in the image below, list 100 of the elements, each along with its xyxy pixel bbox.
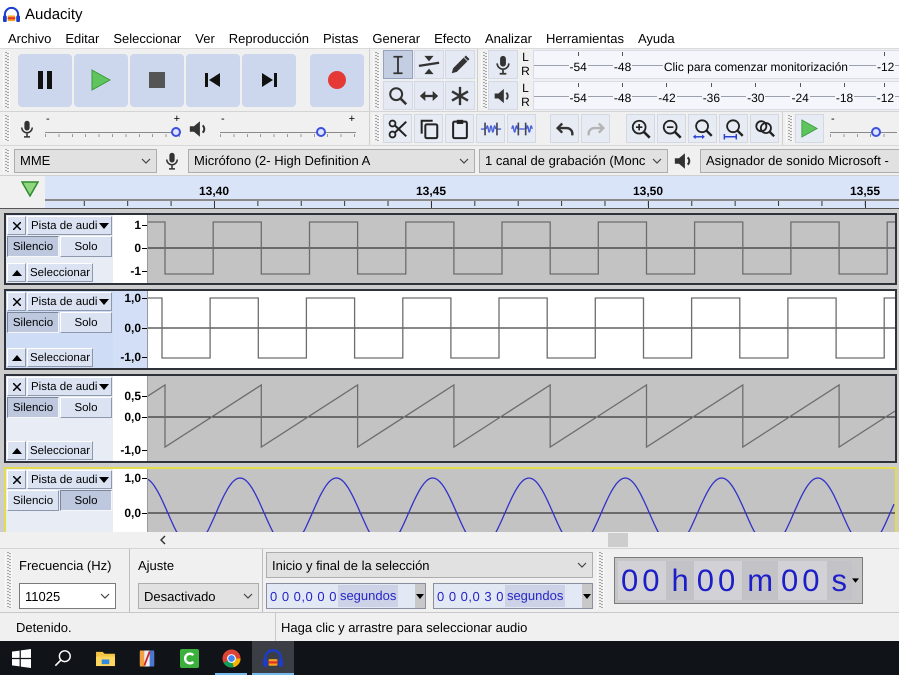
tool-button[interactable] (383, 81, 413, 110)
select-track-button[interactable]: Seleccionar (27, 441, 93, 460)
stop-button[interactable] (130, 54, 184, 106)
zoom-in-icon (630, 118, 652, 140)
menu-item[interactable]: Reproducción (222, 30, 316, 46)
record-meter-button[interactable] (488, 50, 518, 79)
skip-to-start-button[interactable] (186, 54, 240, 106)
slider-thumb[interactable] (171, 127, 181, 137)
mute-button[interactable]: Silencio (7, 397, 59, 418)
mute-button[interactable]: Silencio (7, 490, 59, 511)
chevron-down-icon (141, 158, 151, 164)
fit-selection-button[interactable] (688, 114, 717, 143)
double-magnifier-icon (754, 118, 776, 140)
trim-button[interactable] (476, 114, 505, 143)
play-at-speed-button[interactable] (795, 114, 824, 143)
tool-button[interactable] (445, 81, 475, 110)
mute-button[interactable]: Silencio (7, 236, 59, 257)
toolbar-grip[interactable] (597, 552, 604, 609)
toolbar-grip[interactable] (3, 52, 10, 108)
menu-item[interactable]: Analizar (478, 30, 539, 46)
slider-max-label: + (348, 114, 355, 126)
cut-button[interactable] (383, 114, 412, 143)
tool-button[interactable] (383, 50, 413, 79)
paste-button[interactable] (445, 114, 474, 143)
tool-button[interactable] (414, 50, 444, 79)
selection-end-field[interactable]: 0 0 0,0 3 0 segundos (433, 583, 593, 609)
pause-icon (37, 71, 53, 89)
playback-meter-button[interactable] (488, 81, 518, 110)
playback-level-meter[interactable]: -54 -48 -42 -36 -30 -24 -18 -12 (533, 81, 899, 110)
input-device-dropdown[interactable]: Micrófono (2- High Definition A (188, 148, 475, 172)
ruler-label: 0,0 (124, 410, 147, 424)
selection-start-field[interactable]: 0 0 0,0 0 0 segundos (266, 583, 426, 609)
caret-down-icon (99, 384, 109, 390)
pencil-icon (449, 54, 471, 76)
undo-button[interactable] (550, 114, 579, 143)
menu-item[interactable]: Seleccionar (106, 30, 188, 46)
meter-scale-label: -18 (834, 91, 854, 105)
record-level-meter[interactable]: -54 -48 Clic para comenzar monitorización -12 (533, 50, 899, 79)
collapse-button[interactable] (7, 263, 26, 282)
menu-item[interactable]: Herramientas (538, 30, 631, 46)
audio-host-dropdown[interactable]: MME (14, 148, 157, 172)
output-device-dropdown[interactable]: Asignador de sonido Microsoft - (700, 148, 899, 172)
silence-button[interactable] (507, 114, 536, 143)
tool-button[interactable] (414, 81, 444, 110)
slider-thumb[interactable] (871, 127, 882, 137)
menu-item[interactable]: Generar (365, 30, 428, 46)
toolbar-grip[interactable] (3, 149, 10, 172)
triangle-marker-icon[interactable] (21, 181, 39, 197)
mute-button[interactable]: Silencio (7, 312, 59, 333)
zoom-toggle-button[interactable] (750, 114, 779, 143)
menu-item[interactable]: Pistas (316, 30, 366, 46)
menu-item[interactable]: Editar (58, 30, 106, 46)
pause-button[interactable] (18, 54, 72, 106)
slider-min-label: - (46, 114, 50, 126)
toolbar-grip[interactable] (3, 115, 10, 142)
record-button[interactable] (310, 54, 364, 106)
meter-scale-label: -12 (876, 91, 896, 105)
app-icon (139, 648, 155, 668)
track-name-dropdown[interactable]: Pista de audi (27, 470, 112, 489)
channel-label: R (521, 96, 530, 110)
slider-thumb[interactable] (316, 127, 326, 137)
select-track-button[interactable]: Seleccionar (27, 263, 93, 282)
waveform-area[interactable] (148, 376, 895, 461)
channel-label: L (522, 82, 529, 95)
zoom-out-button[interactable] (657, 114, 686, 143)
snap-dropdown[interactable]: Desactivado (138, 583, 259, 609)
toolbar-grip[interactable] (5, 552, 12, 609)
zoom-in-button[interactable] (626, 114, 655, 143)
menu-item[interactable]: Efecto (427, 30, 478, 46)
solo-button[interactable]: Solo (60, 397, 112, 418)
skip-to-end-button[interactable] (242, 54, 296, 106)
ruler-label: 13,45 (416, 184, 446, 198)
toolbar-grip[interactable] (481, 52, 488, 108)
solo-button[interactable]: Solo (60, 236, 112, 257)
solo-button[interactable]: Solo (60, 312, 112, 333)
solo-button[interactable]: Solo (60, 490, 112, 511)
project-rate-dropdown[interactable]: 11025 (19, 583, 116, 609)
select-track-button[interactable]: Seleccionar (27, 348, 93, 367)
toolbar-grip[interactable] (373, 115, 380, 142)
waveform-area[interactable] (148, 215, 895, 283)
collapse-button[interactable] (7, 348, 26, 367)
copy-button[interactable] (414, 114, 443, 143)
tool-button[interactable] (445, 50, 475, 79)
timeline-ruler[interactable]: 13,40 13,45 13,50 13,55 (45, 176, 899, 208)
selection-mode-dropdown[interactable]: Inicio y final de la selección (266, 552, 593, 578)
time-display[interactable]: 00 h 00 m 00 s (614, 557, 864, 604)
collapse-button[interactable] (7, 441, 26, 460)
toolbar-grip[interactable] (786, 115, 793, 142)
track-name-dropdown[interactable]: Pista de audi (27, 377, 112, 396)
fit-project-button[interactable] (719, 114, 748, 143)
close-icon (12, 222, 20, 230)
menu-item[interactable]: Ver (188, 30, 222, 46)
menu-item[interactable]: Ayuda (630, 30, 682, 46)
menu-item[interactable]: Archivo (1, 30, 58, 46)
scrollbar-thumb[interactable] (608, 533, 628, 547)
track-name-dropdown[interactable]: Pista de audi (27, 216, 112, 235)
toolbar-grip[interactable] (373, 52, 380, 108)
channels-dropdown[interactable]: 1 canal de grabación (Monc (479, 148, 668, 172)
search-icon (54, 649, 72, 667)
track-name-dropdown[interactable]: Pista de audi (27, 292, 112, 311)
